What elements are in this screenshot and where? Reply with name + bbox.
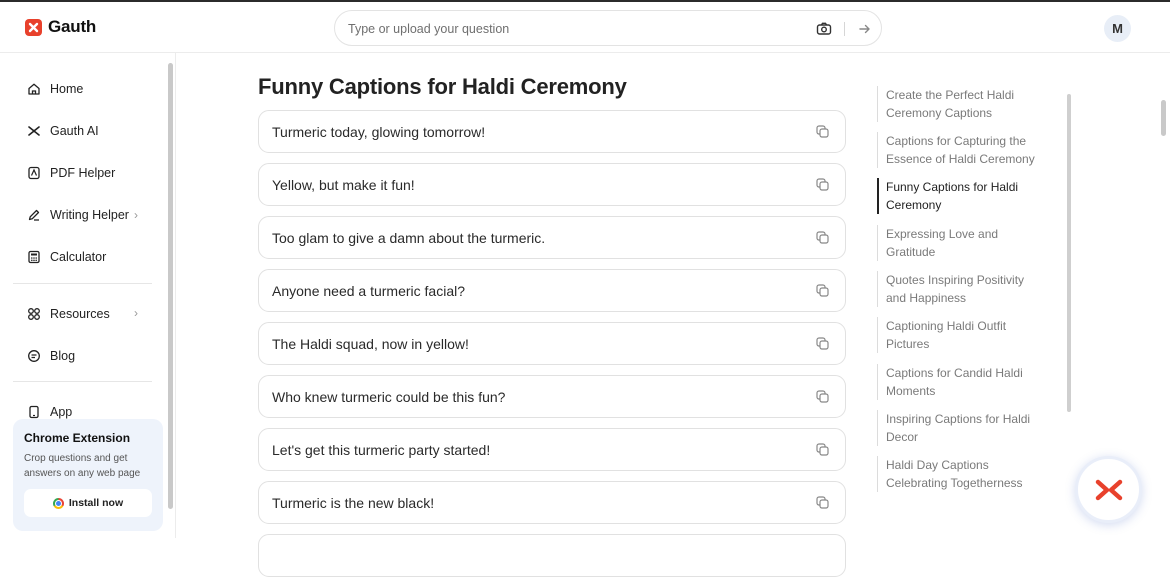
caption-card: Yellow, but make it fun! (258, 163, 846, 206)
toc-item[interactable]: Captions for Capturing the Essence of Ha… (877, 132, 1047, 168)
sidebar-divider (13, 283, 152, 284)
calculator-icon (26, 250, 41, 265)
arrow-right-icon (859, 24, 870, 34)
toc-item[interactable]: Captions for Candid Haldi Moments (877, 364, 1047, 400)
chevron-right-icon[interactable]: › (134, 208, 138, 222)
caption-card: Too glam to give a damn about the turmer… (258, 216, 846, 259)
toc-item[interactable]: Captioning Haldi Outfit Pictures (877, 317, 1047, 353)
caption-card: Who knew turmeric could be this fun? (258, 375, 846, 418)
sidebar: Home Gauth AI PDF Helper Writing Helper … (0, 53, 176, 538)
sidebar-item-label: Gauth AI (50, 124, 99, 138)
copy-icon[interactable] (815, 230, 830, 245)
page-title: Funny Captions for Haldi Ceremony (258, 74, 627, 99)
pdf-icon (26, 166, 41, 181)
copy-icon[interactable] (815, 442, 830, 457)
copy-icon[interactable] (815, 336, 830, 351)
gauth-logo-icon (25, 18, 42, 36)
caption-text: Turmeric is the new black! (272, 495, 435, 511)
app-name: Gauth (48, 17, 97, 36)
sidebar-item-pdf-helper[interactable]: PDF Helper (26, 163, 115, 183)
caption-card: Turmeric today, glowing tomorrow! (258, 110, 846, 153)
page-scrollbar[interactable] (1161, 100, 1166, 136)
sidebar-item-label: Calculator (50, 250, 107, 264)
caption-card: Let's get this turmeric party started! (258, 428, 846, 471)
phone-icon (26, 405, 41, 420)
pen-icon (26, 208, 41, 223)
blog-icon (26, 349, 41, 364)
install-now-button[interactable]: Install now (24, 489, 152, 517)
sidebar-divider (13, 381, 152, 382)
caption-card: Anyone need a turmeric facial? (258, 269, 846, 312)
toc-scrollbar[interactable] (1067, 94, 1071, 412)
caption-text: Turmeric today, glowing tomorrow! (272, 124, 486, 140)
camera-icon[interactable] (815, 20, 833, 38)
sidebar-item-label: App (50, 405, 73, 419)
top-header: Gauth M (0, 2, 1170, 53)
sidebar-item-blog[interactable]: Blog (26, 346, 75, 366)
install-now-label: Install now (68, 497, 124, 509)
sidebar-item-label: Resources (50, 307, 110, 321)
caption-card: The Haldi squad, now in yellow! (258, 322, 846, 365)
grid-icon (26, 307, 41, 322)
extension-title: Chrome Extension (24, 431, 131, 445)
sidebar-item-resources[interactable]: Resources (26, 304, 110, 324)
chrome-extension-card: Chrome Extension Crop questions and get … (13, 419, 163, 531)
user-avatar[interactable]: M (1104, 15, 1131, 42)
toc-item[interactable]: Create the Perfect Haldi Ceremony Captio… (877, 86, 1047, 122)
sidebar-item-calculator[interactable]: Calculator (26, 247, 106, 267)
sidebar-item-home[interactable]: Home (26, 79, 83, 99)
caption-text: Who knew turmeric could be this fun? (272, 389, 506, 405)
toc-item[interactable]: Quotes Inspiring Positivity and Happines… (877, 271, 1047, 307)
gauth-logo[interactable]: Gauth (25, 17, 96, 37)
sidebar-item-label: Blog (50, 349, 76, 363)
sidebar-item-label: Writing Helper (50, 208, 129, 222)
copy-icon[interactable] (815, 495, 830, 510)
toc-item[interactable]: Inspiring Captions for Haldi Decor (877, 410, 1047, 446)
caption-text: The Haldi squad, now in yellow! (272, 336, 469, 352)
copy-icon[interactable] (815, 389, 830, 404)
caption-text: Let's get this turmeric party started! (272, 442, 491, 458)
sidebar-scrollbar[interactable] (168, 63, 173, 509)
sidebar-item-label: Home (50, 82, 84, 96)
submit-button[interactable] (852, 16, 878, 42)
sidebar-item-gauth-ai[interactable]: Gauth AI (26, 121, 99, 141)
home-icon (26, 82, 41, 97)
search-divider (844, 22, 845, 36)
caption-text: Anyone need a turmeric facial? (272, 283, 465, 299)
gauth-ai-icon (26, 124, 41, 139)
copy-icon[interactable] (815, 283, 830, 298)
search-input[interactable] (348, 20, 788, 38)
sidebar-item-label: PDF Helper (50, 166, 116, 180)
gauth-logo-icon (1095, 479, 1122, 500)
caption-text: Too glam to give a damn about the turmer… (272, 230, 546, 246)
caption-card-partial (258, 534, 846, 577)
search-bar (334, 10, 882, 46)
caption-text: Yellow, but make it fun! (272, 177, 415, 193)
toc-item[interactable]: Expressing Love and Gratitude (877, 225, 1047, 261)
chrome-icon (52, 497, 64, 509)
copy-icon[interactable] (815, 124, 830, 139)
toc-item[interactable]: Haldi Day Captions Celebrating Togethern… (877, 456, 1047, 492)
chevron-right-icon[interactable]: › (134, 306, 138, 320)
copy-icon[interactable] (815, 177, 830, 192)
caption-card: Turmeric is the new black! (258, 481, 846, 524)
gauth-floating-button[interactable] (1075, 456, 1142, 523)
extension-description: Crop questions and get answers on any we… (24, 453, 141, 479)
sidebar-item-writing-helper[interactable]: Writing Helper (26, 205, 129, 225)
toc-item-active[interactable]: Funny Captions for Haldi Ceremony (877, 178, 1047, 214)
